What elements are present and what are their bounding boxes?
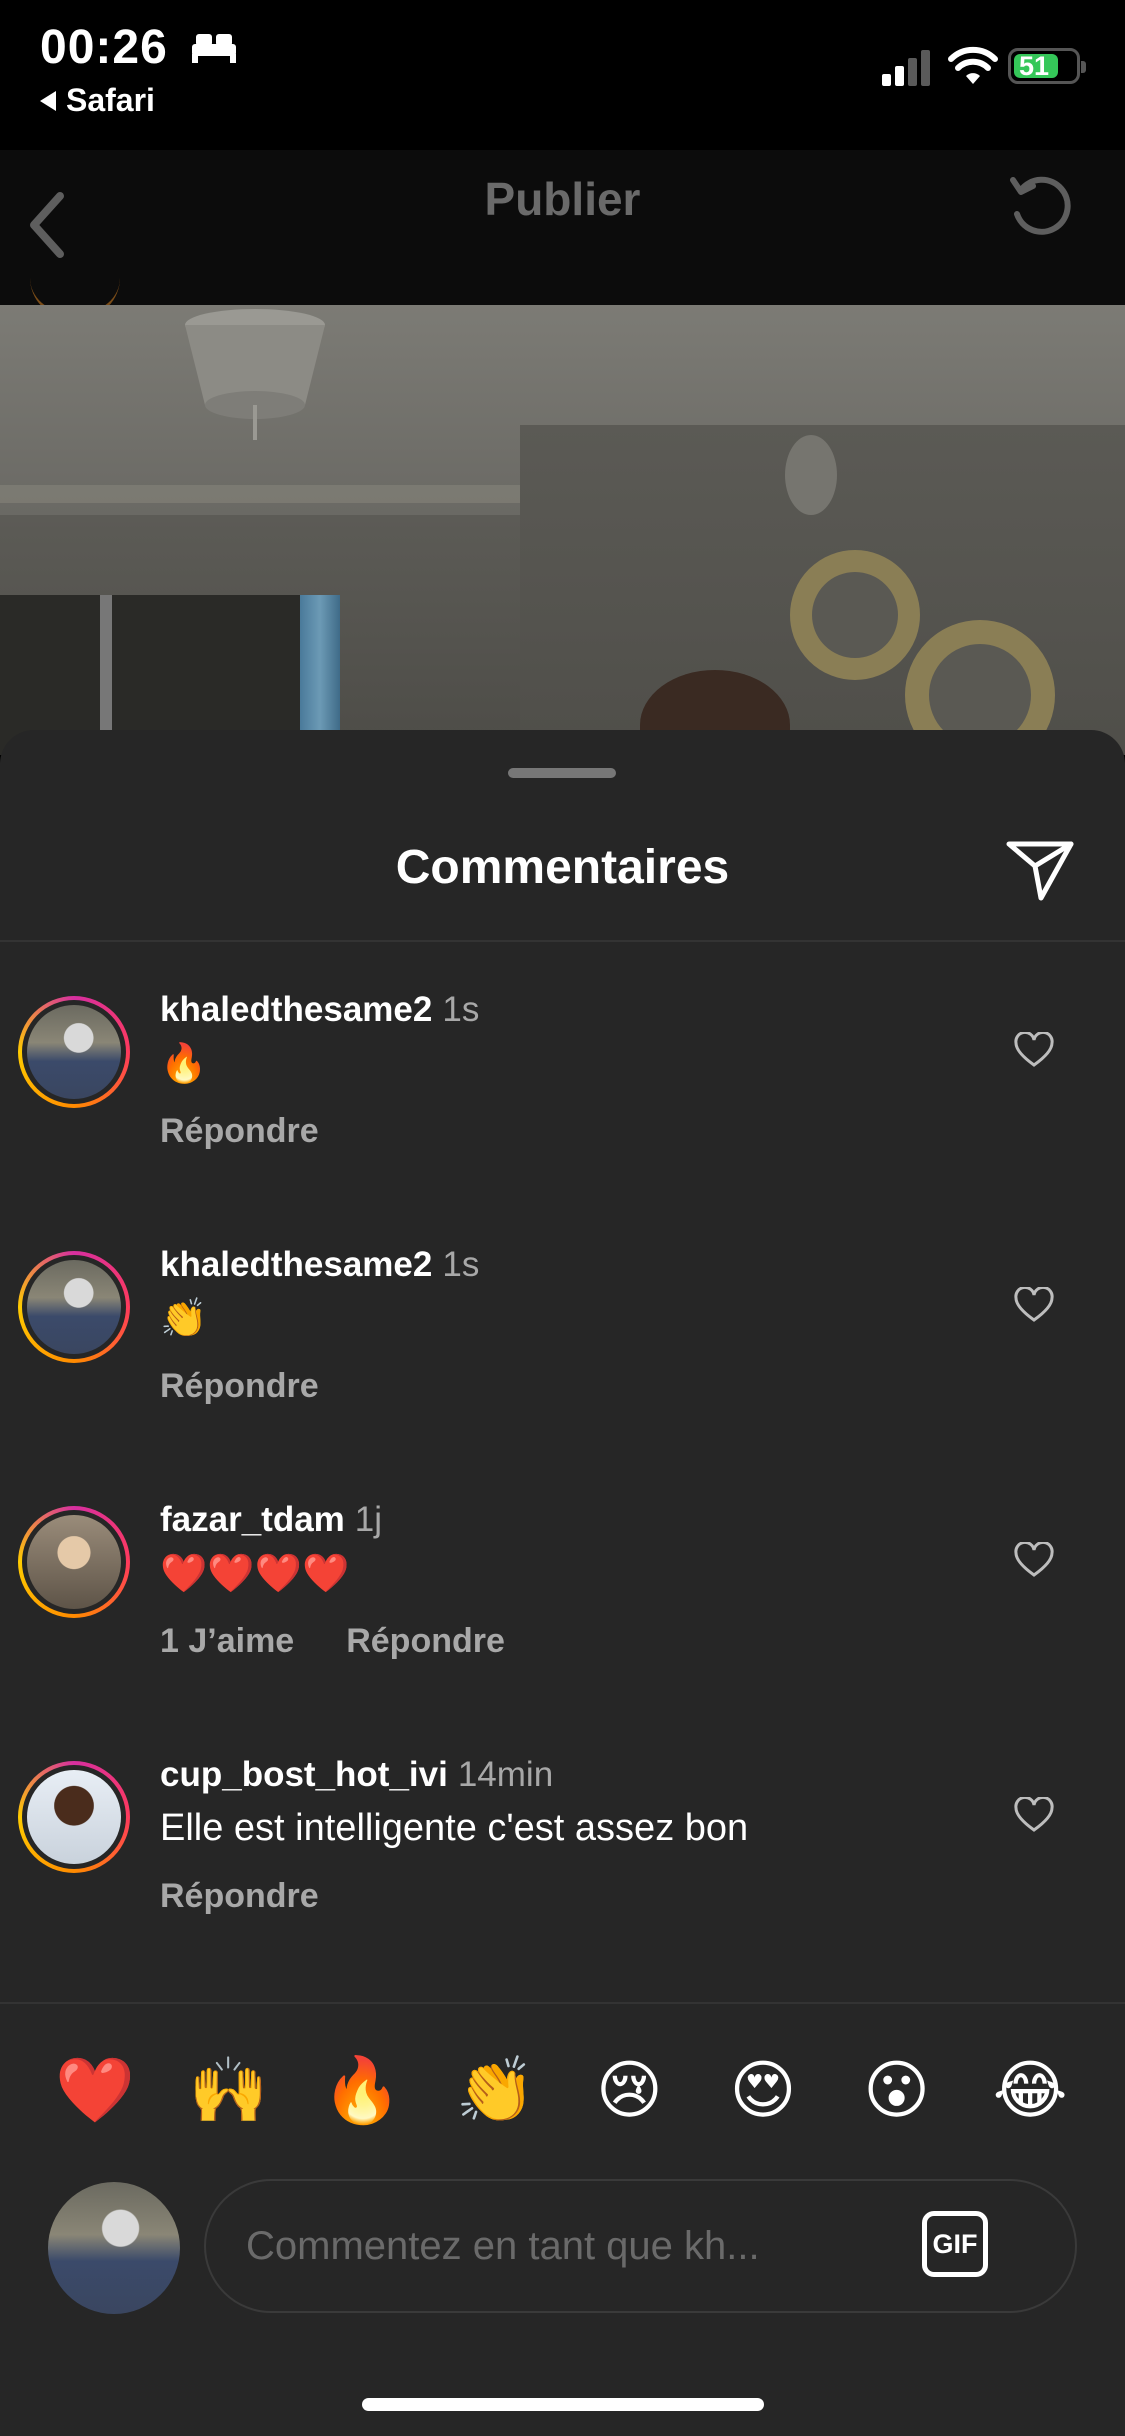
quick-reaction-laughing[interactable]: 😂 [980,2058,1080,2122]
avatar-image [27,1515,121,1609]
comment-item: fazar_tdam 1j ❤️❤️❤️❤️ 1 J’aime Répondre [0,1492,1125,1747]
photo-wall-lamp [785,435,837,515]
comment-item: cup_bost_hot_ivi 14min Elle est intellige… [0,1747,1125,2002]
comment-time: 1j [354,1500,383,1539]
reply-button[interactable]: Répondre [160,1877,319,1916]
quick-reaction-raised-hands[interactable]: 🙌 [178,2058,278,2122]
avatar[interactable] [18,1506,130,1618]
comment-username[interactable]: fazar_tdam [160,1500,345,1539]
quick-reaction-heart-eyes[interactable]: 😍 [713,2058,813,2122]
comment-username[interactable]: khaledthesame2 [160,990,432,1029]
avatar-image [27,1260,121,1354]
page-title: Publier [484,173,641,225]
comment-time: 1s [442,990,480,1029]
photo-mirror [790,550,920,680]
heart-icon[interactable] [1014,1542,1054,1578]
comment-composer: GIF [204,2179,1077,2313]
comments-sheet: Commentaires khaledthesame2 1s 🔥 Répondre [0,730,1125,2436]
sheet-title: Commentaires [395,841,730,894]
status-time: 00:26 [40,21,168,74]
photo-chandelier [185,309,325,440]
avatar[interactable] [18,996,130,1108]
comment-text: Elle est intelligente c'est assez bon [160,1807,749,1849]
battery-nub [1081,61,1086,73]
comment-actions: Répondre [160,1367,319,1406]
divider [0,940,1125,942]
comment-username[interactable]: cup_bost_hot_ivi [160,1755,448,1794]
comment-item: khaledthesame2 1s 👏 Répondre [0,1237,1125,1492]
heart-icon[interactable] [1014,1797,1054,1833]
avatar-border [22,1510,126,1614]
comment-username-line[interactable]: cup_bost_hot_ivi 14min [160,1755,553,1795]
comment-actions: Répondre [160,1112,319,1151]
avatar-image [27,1005,121,1099]
quick-reaction-fire[interactable]: 🔥 [312,2058,412,2122]
wifi-icon [948,46,998,84]
refresh-icon[interactable] [1005,170,1077,242]
avatar-image [27,1770,121,1864]
status-bar: 00:26 Safari 51 [0,0,1125,150]
comment-text: ❤️❤️❤️❤️ [160,1553,350,1595]
quick-reaction-clap[interactable]: 👏 [446,2058,546,2122]
avatar-border [22,1765,126,1869]
avatar-border [22,1255,126,1359]
current-user-avatar [48,2182,180,2314]
post-image [0,305,1125,755]
reply-button[interactable]: Répondre [160,1367,319,1406]
back-to-safari[interactable]: Safari [40,82,155,119]
avatar[interactable] [18,1251,130,1363]
comment-text: 🔥 [160,1043,208,1085]
comment-actions: 1 J’aime Répondre [160,1622,505,1661]
comment-username-line[interactable]: fazar_tdam 1j [160,1500,382,1540]
post-header: Publier [0,150,1125,318]
quick-reaction-surprised[interactable]: 😮 [847,2058,947,2122]
heart-icon[interactable] [1014,1287,1054,1323]
battery-icon: 51 [1008,48,1086,84]
avatar[interactable] [18,1761,130,1873]
gif-button[interactable]: GIF [922,2211,988,2277]
likes-count-button[interactable]: 1 J’aime [160,1622,294,1661]
avatar-border [22,1000,126,1104]
comment-item: khaledthesame2 1s 🔥 Répondre [0,982,1125,1237]
divider [0,2002,1125,2004]
heart-icon[interactable] [1014,1032,1054,1068]
battery-level: 51 [1019,51,1050,81]
reply-button[interactable]: Répondre [346,1622,505,1661]
comment-username-line[interactable]: khaledthesame2 1s [160,990,479,1030]
comment-time: 1s [442,1245,480,1284]
comment-username[interactable]: khaledthesame2 [160,1245,432,1284]
comment-input[interactable] [246,2181,886,2311]
quick-reactions-bar: ❤️ 🙌 🔥 👏 😢 😍 😮 😂 [0,2040,1125,2140]
reply-button[interactable]: Répondre [160,1112,319,1151]
back-app-label: Safari [66,82,155,118]
quick-reaction-crying[interactable]: 😢 [579,2058,679,2122]
home-indicator[interactable] [362,2398,764,2411]
bed-icon [192,34,236,63]
quick-reaction-heart[interactable]: ❤️ [45,2058,145,2122]
cellular-signal-icon [882,50,930,86]
send-icon[interactable] [1005,838,1075,902]
comment-text: 👏 [160,1298,208,1340]
comment-time: 14min [457,1755,554,1794]
back-triangle-icon [40,90,56,111]
sheet-grabber[interactable] [508,768,616,778]
comment-username-line[interactable]: khaledthesame2 1s [160,1245,479,1285]
comment-actions: Répondre [160,1877,319,1916]
